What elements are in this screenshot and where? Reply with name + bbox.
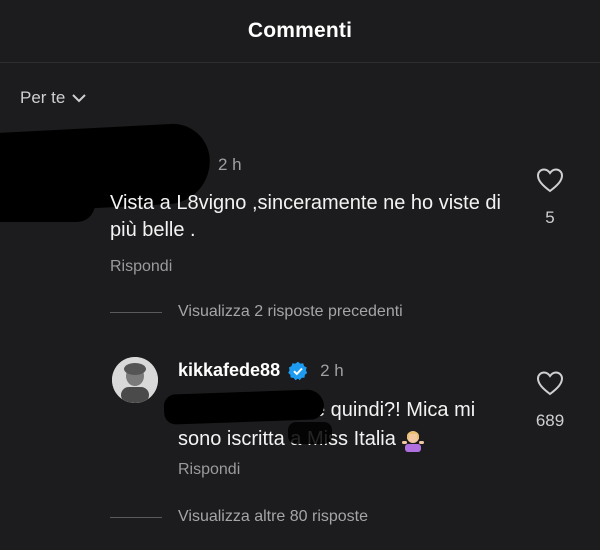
username[interactable]: kikkafede88 [178, 360, 280, 381]
like-count: 5 [545, 208, 555, 227]
redaction-scribble [288, 422, 332, 444]
redaction-scribble [163, 389, 325, 425]
divider-line [110, 516, 162, 518]
reply-timestamp: 2 h [320, 360, 344, 380]
view-more-replies[interactable]: Visualizza altre 80 risposte [110, 508, 368, 526]
like-count: 689 [535, 411, 565, 430]
divider-line [110, 311, 162, 313]
like-control: 5 [530, 167, 570, 228]
comment-text: Vista a L8vigno ,sinceramente ne ho vist… [110, 192, 501, 241]
view-previous-replies[interactable]: Visualizza 2 risposte precedenti [110, 303, 403, 321]
like-control: 689 [530, 370, 570, 431]
reply-button[interactable]: Rispondi [178, 461, 240, 479]
reply-header: kikkafede88 2 h [178, 360, 344, 381]
heart-outline-icon[interactable] [536, 371, 564, 400]
comments-header: Commenti [0, 0, 600, 63]
comment-timestamp: 2 h [218, 155, 242, 174]
reply-button[interactable]: Rispondi [110, 258, 172, 276]
sort-filter-label: Per te [20, 88, 66, 107]
view-more-replies-label: Visualizza altre 80 risposte [178, 508, 369, 525]
avatar[interactable] [112, 357, 158, 403]
reply-text-line: sono iscritta a Miss Italia [178, 428, 396, 450]
woman-shrugging-emoji [401, 430, 424, 452]
verified-badge-icon [288, 361, 308, 380]
heart-outline-icon[interactable] [536, 168, 564, 197]
reply-text-line-2: sono iscritta a Miss Italia [178, 425, 518, 454]
page-title: Commenti [247, 19, 353, 42]
sort-filter-dropdown[interactable]: Per te [20, 88, 87, 108]
redaction-scribble [0, 186, 95, 222]
chevron-down-icon [72, 94, 87, 103]
view-previous-replies-label: Visualizza 2 risposte precedenti [178, 303, 403, 320]
